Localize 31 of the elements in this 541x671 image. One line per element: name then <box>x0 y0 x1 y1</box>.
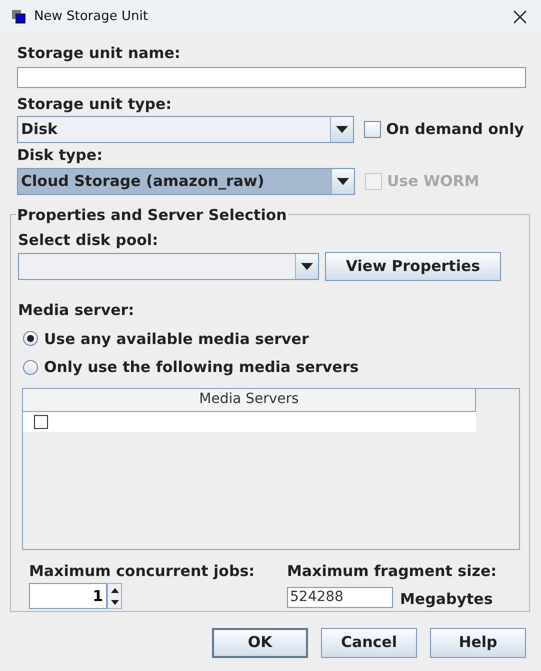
radio-label: Use any available media server <box>44 328 309 350</box>
checkbox-label: On demand only <box>386 119 524 140</box>
field-label: Storage unit type: <box>17 94 173 114</box>
dropdown[interactable]: Disk <box>17 116 354 143</box>
field-label: Maximum fragment size: <box>287 560 497 582</box>
view-properties-button[interactable]: View Properties <box>325 252 501 281</box>
dropdown-value: Disk <box>20 119 58 140</box>
dropdown[interactable]: Cloud Storage (amazon_raw) <box>17 168 355 194</box>
dialog-button[interactable]: Help <box>430 628 526 658</box>
spinner-arrows-icon[interactable] <box>107 583 122 609</box>
radio-button[interactable] <box>23 360 38 375</box>
checkbox[interactable] <box>34 414 48 428</box>
checkbox-label: Use WORM <box>387 170 480 192</box>
input-field[interactable]: 524288 <box>287 586 393 608</box>
app-icon <box>12 10 26 24</box>
close-icon[interactable] <box>513 10 527 24</box>
radio-label: Only use the following media servers <box>44 357 359 378</box>
spinner-field[interactable]: 1 <box>29 583 107 609</box>
field-label: Disk type: <box>17 145 104 166</box>
unit-label: Megabytes <box>400 589 493 610</box>
field-label: Maximum concurrent jobs: <box>29 560 256 582</box>
field-label: Select disk pool: <box>18 230 160 250</box>
radio-button[interactable] <box>23 331 38 346</box>
checkbox[interactable] <box>364 121 382 138</box>
field-label: Storage unit name: <box>17 43 182 64</box>
dialog-button[interactable]: OK <box>212 628 308 658</box>
dropdown-value: Cloud Storage (amazon_raw) <box>20 170 266 192</box>
field-label: Media server: <box>18 300 136 321</box>
dialog-button[interactable]: Cancel <box>321 628 417 658</box>
input-field[interactable] <box>17 66 526 88</box>
window-title: New Storage Unit <box>34 8 149 26</box>
